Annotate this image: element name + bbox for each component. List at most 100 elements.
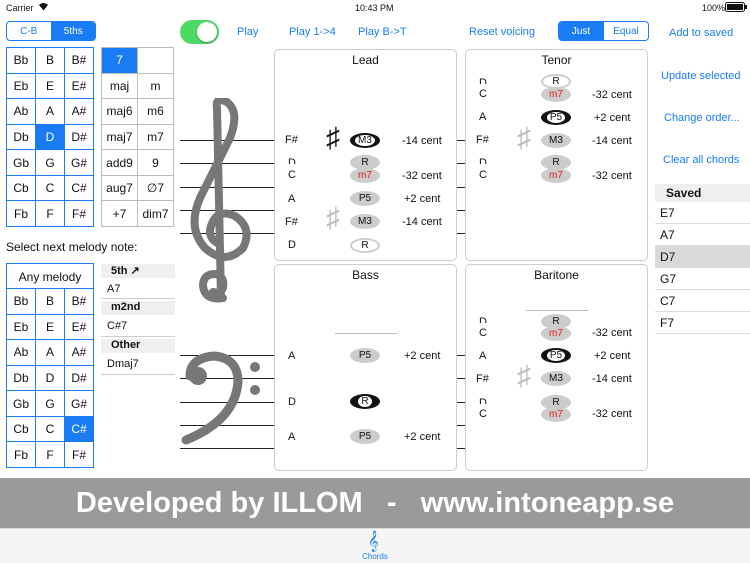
- root-note-cell[interactable]: Bb: [7, 48, 36, 74]
- melody-note-cell[interactable]: E#: [65, 314, 94, 341]
- root-note-cell[interactable]: E: [36, 73, 65, 100]
- root-note-cell[interactable]: F: [36, 201, 65, 227]
- saved-chord-item[interactable]: G7: [655, 268, 750, 290]
- chord-type-cell-selected[interactable]: 7: [102, 48, 138, 74]
- saved-chord-item[interactable]: C7: [655, 290, 750, 312]
- melody-note-cell-selected[interactable]: C#: [65, 416, 94, 443]
- root-note-cell[interactable]: F#: [65, 201, 94, 227]
- chord-type-cell[interactable]: +7: [102, 201, 138, 227]
- play-1-4-button[interactable]: Play 1->4: [289, 26, 336, 38]
- saved-chord-item[interactable]: A7: [655, 224, 750, 246]
- note-head-selected[interactable]: P5: [541, 348, 571, 363]
- melody-note-cell[interactable]: Gb: [7, 391, 36, 417]
- play-toggle[interactable]: [180, 20, 219, 44]
- melody-note-cell[interactable]: Ab: [7, 340, 36, 366]
- root-note-cell-selected[interactable]: D: [36, 124, 65, 151]
- note-head[interactable]: M3: [350, 214, 380, 229]
- root-note-cell[interactable]: Eb: [7, 73, 36, 100]
- chord-type-cell[interactable]: maj6: [102, 99, 138, 125]
- chord-type-cell[interactable]: dim7: [138, 201, 174, 227]
- chord-type-cell[interactable]: m7: [138, 124, 174, 151]
- any-melody-button[interactable]: Any melody: [6, 263, 94, 289]
- order-5ths-option[interactable]: 5ths: [50, 22, 95, 40]
- root-note-cell[interactable]: G#: [65, 150, 94, 176]
- melody-note-cell[interactable]: D#: [65, 365, 94, 392]
- note-head[interactable]: M3: [541, 133, 571, 148]
- note-name: F#: [476, 373, 489, 385]
- melody-note-cell[interactable]: E: [36, 314, 65, 341]
- play-b-t-button[interactable]: Play B->T: [358, 26, 407, 38]
- chord-type-cell[interactable]: m6: [138, 99, 174, 125]
- suggested-chord[interactable]: A7: [107, 283, 120, 295]
- melody-note-cell[interactable]: Eb: [7, 314, 36, 341]
- root-note-cell[interactable]: A#: [65, 99, 94, 125]
- melody-note-cell[interactable]: G#: [65, 391, 94, 417]
- add-to-saved-button[interactable]: Add to saved: [669, 27, 733, 39]
- root-note-cell[interactable]: Fb: [7, 201, 36, 227]
- melody-note-cell[interactable]: A#: [65, 340, 94, 366]
- melody-note-cell[interactable]: Db: [7, 365, 36, 392]
- root-note-cell[interactable]: D#: [65, 124, 94, 151]
- root-note-cell[interactable]: E#: [65, 73, 94, 100]
- saved-chord-item[interactable]: F7: [655, 312, 750, 334]
- root-note-cell[interactable]: C#: [65, 175, 94, 202]
- melody-note-cell[interactable]: F: [36, 442, 65, 468]
- root-note-cell[interactable]: Gb: [7, 150, 36, 176]
- suggested-chord[interactable]: C#7: [107, 320, 127, 332]
- chord-type-cell[interactable]: maj7: [102, 124, 138, 151]
- saved-chord-item[interactable]: E7: [655, 202, 750, 224]
- melody-note-cell[interactable]: G: [36, 391, 65, 417]
- change-order-button[interactable]: Change order...: [664, 112, 740, 124]
- root-note-cell[interactable]: Ab: [7, 99, 36, 125]
- chord-type-cell[interactable]: 9: [138, 150, 174, 176]
- tuning-segmented-control: Just Equal: [558, 21, 649, 41]
- note-head[interactable]: m7: [541, 326, 571, 341]
- melody-note-cell[interactable]: Fb: [7, 442, 36, 468]
- note-head-selected[interactable]: R: [350, 394, 380, 409]
- root-note-cell[interactable]: Db: [7, 124, 36, 151]
- chord-type-cell[interactable]: ∅7: [138, 175, 174, 202]
- chord-type-cell[interactable]: m: [138, 73, 174, 100]
- note-head[interactable]: P5: [350, 348, 380, 363]
- chord-type-cell[interactable]: maj: [102, 73, 138, 100]
- tuning-equal-option[interactable]: Equal: [603, 22, 648, 40]
- melody-note-cell[interactable]: C: [36, 416, 65, 443]
- suggested-chord[interactable]: Dmaj7: [107, 358, 139, 370]
- chord-type-cell[interactable]: add9: [102, 150, 138, 176]
- note-head[interactable]: m7: [541, 168, 571, 183]
- note-head[interactable]: P5: [350, 191, 380, 206]
- cent-label: -14 cent: [402, 216, 442, 228]
- chord-type-cell[interactable]: aug7: [102, 175, 138, 202]
- melody-note-cell[interactable]: D: [36, 365, 65, 392]
- note-head[interactable]: m7: [350, 168, 380, 183]
- root-note-cell[interactable]: B: [36, 48, 65, 74]
- tuning-just-option[interactable]: Just: [559, 22, 603, 40]
- melody-note-cell[interactable]: F#: [65, 442, 94, 468]
- root-note-cell[interactable]: B#: [65, 48, 94, 74]
- root-note-cell[interactable]: A: [36, 99, 65, 125]
- reset-voicing-button[interactable]: Reset voicing: [469, 26, 535, 38]
- note-head-selected[interactable]: P5: [541, 110, 571, 125]
- tab-chords[interactable]: 𝄞 Chords: [355, 529, 395, 563]
- root-note-cell[interactable]: Cb: [7, 175, 36, 202]
- note-head[interactable]: P5: [350, 429, 380, 444]
- melody-note-cell[interactable]: B#: [65, 289, 94, 315]
- melody-note-cell[interactable]: B: [36, 289, 65, 315]
- root-note-cell[interactable]: G: [36, 150, 65, 176]
- note-head[interactable]: m7: [541, 87, 571, 102]
- note-name: F#: [476, 134, 489, 146]
- saved-chord-item-selected[interactable]: D7: [655, 246, 750, 268]
- order-cb-option[interactable]: C-B: [7, 22, 51, 40]
- melody-note-cell[interactable]: Bb: [7, 289, 36, 315]
- clear-all-chords-button[interactable]: Clear all chords: [663, 154, 739, 166]
- note-head[interactable]: M3: [541, 371, 571, 386]
- baritone-voice-panel[interactable]: Baritone: [465, 264, 648, 471]
- root-note-cell[interactable]: C: [36, 175, 65, 202]
- note-head[interactable]: R: [350, 238, 380, 253]
- melody-note-cell[interactable]: A: [36, 340, 65, 366]
- note-head[interactable]: m7: [541, 407, 571, 422]
- note-head-selected[interactable]: M3: [350, 133, 380, 148]
- melody-note-cell[interactable]: Cb: [7, 416, 36, 443]
- update-selected-button[interactable]: Update selected: [661, 70, 741, 82]
- play-button[interactable]: Play: [237, 26, 258, 38]
